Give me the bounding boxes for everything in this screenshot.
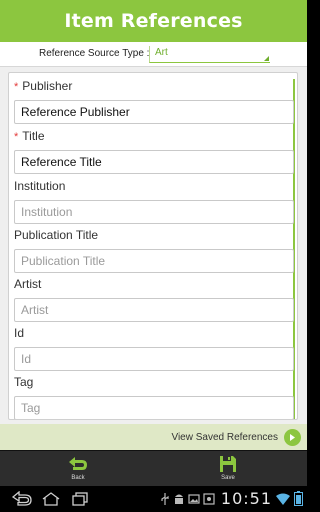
view-saved-references-link[interactable]: View Saved References [171, 432, 278, 443]
usb-icon [161, 492, 169, 505]
form-card[interactable]: * Publisher Reference Publisher * Title Re… [8, 72, 298, 420]
nav-back-icon[interactable] [10, 491, 34, 507]
image-icon [188, 493, 200, 504]
tag-label: Tag [14, 375, 34, 389]
reference-type-value: Art [155, 47, 168, 58]
required-marker-icon: * [14, 131, 19, 143]
battery-icon [294, 491, 303, 506]
title-label: * Title [14, 129, 45, 143]
publication-title-field[interactable]: Publication Title [14, 249, 294, 273]
reference-type-row: Reference Source Type : Art [0, 42, 307, 67]
floppy-disk-icon [220, 456, 236, 472]
clock: 10:51 [220, 489, 272, 508]
form-area: * Publisher Reference Publisher * Title Re… [0, 67, 307, 424]
page-title: Item References [64, 10, 243, 32]
back-arrow-icon [69, 457, 87, 470]
wifi-icon [276, 493, 290, 505]
nav-home-icon[interactable] [40, 491, 62, 507]
save-button[interactable]: Save [203, 454, 253, 486]
back-button[interactable]: Back [53, 454, 103, 486]
back-label: Back [71, 475, 85, 481]
tag-field[interactable]: Tag [14, 396, 294, 419]
android-debug-icon [174, 494, 183, 504]
required-marker-icon: * [14, 81, 19, 93]
save-label: Save [221, 475, 235, 481]
action-bar: Back Save [0, 450, 307, 486]
id-label: Id [14, 326, 25, 340]
reference-type-dropdown[interactable]: Art [149, 46, 270, 63]
publisher-label: * Publisher [14, 79, 73, 93]
reference-type-label: Reference Source Type : [39, 48, 150, 59]
nav-recent-apps-icon[interactable] [70, 491, 90, 507]
arrow-right-icon[interactable] [284, 428, 301, 446]
institution-label: Institution [14, 179, 66, 193]
screenshot-icon [203, 492, 215, 505]
view-saved-references-bar[interactable]: View Saved References [0, 424, 307, 450]
institution-field[interactable]: Institution [14, 200, 294, 224]
title-field[interactable]: Reference Title [14, 150, 294, 174]
title-bar: Item References [0, 0, 307, 42]
publication-title-label: Publication Title [14, 228, 99, 242]
artist-field[interactable]: Artist [14, 298, 294, 322]
dropdown-caret-icon [264, 56, 269, 61]
system-nav-bar: 10:51 [0, 486, 307, 512]
status-area: 10:51 [160, 489, 303, 508]
artist-label: Artist [14, 277, 42, 291]
id-field[interactable]: Id [14, 347, 294, 371]
publisher-field[interactable]: Reference Publisher [14, 100, 294, 124]
